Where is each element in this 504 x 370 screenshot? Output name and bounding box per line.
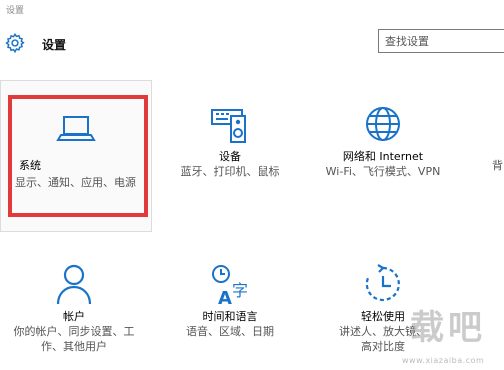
ease-of-access-icon [365, 264, 400, 302]
tile-time-language-label: 时间和语言 [202, 310, 258, 323]
tile-devices-label: 设备 [219, 150, 241, 163]
globe-icon [366, 107, 400, 141]
window-title: 设置 [6, 6, 25, 16]
person-icon [56, 264, 92, 305]
tile-time-language[interactable]: A 字 时间和语言 语音、区域、日期 [160, 262, 300, 339]
svg-text:字: 字 [232, 281, 248, 300]
tile-time-language-desc: 语音、区域、日期 [186, 325, 274, 338]
search-input[interactable] [378, 29, 504, 53]
watermark-url: www.xiazaiba.com [402, 356, 485, 365]
tile-personalization[interactable]: 背 [470, 104, 504, 173]
page-title: 设置 [42, 38, 67, 52]
tile-accounts-desc: 你的帐户、同步设置、工作、其他用户 [13, 325, 135, 353]
time-language-icon: A 字 [212, 265, 248, 306]
tile-accounts-label: 帐户 [63, 310, 85, 323]
highlight-box [8, 95, 148, 217]
tile-network[interactable]: 网络和 Internet Wi-Fi、飞行模式、VPN [302, 104, 464, 179]
tile-network-label: 网络和 Internet [342, 150, 424, 163]
tile-devices-desc: 蓝牙、打印机、鼠标 [180, 165, 280, 178]
tile-personalization-desc: 背 [492, 159, 503, 172]
svg-text:A: A [218, 288, 232, 306]
tile-accounts[interactable]: 帐户 你的帐户、同步设置、工作、其他用户 [0, 262, 148, 354]
tile-devices[interactable]: 设备 蓝牙、打印机、鼠标 [160, 104, 300, 179]
gear-icon [5, 32, 25, 54]
tile-network-desc: Wi-Fi、飞行模式、VPN [325, 165, 441, 178]
watermark-text: 载吧 [410, 308, 486, 348]
devices-icon [211, 109, 246, 143]
